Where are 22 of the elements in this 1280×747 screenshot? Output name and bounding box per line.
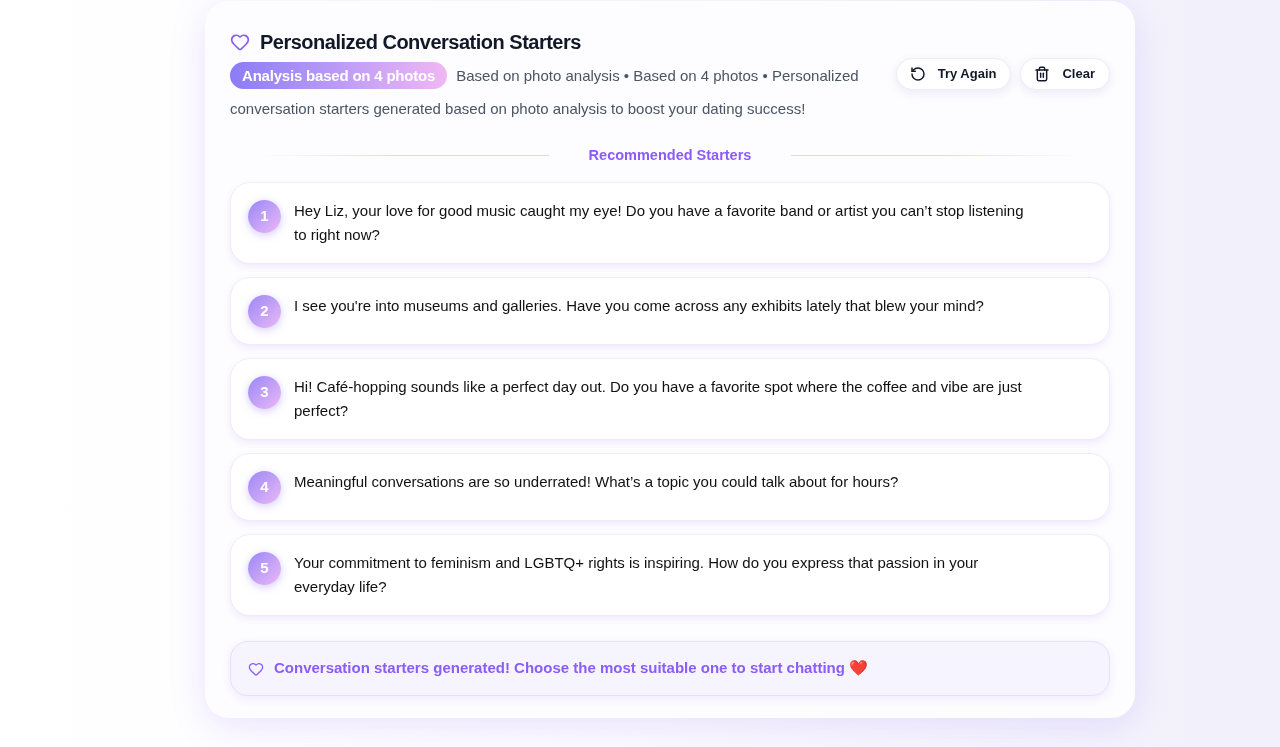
starter-card[interactable]: 1 Hey Liz, your love for good music caught my eye! Do you have a favorite band or artist you can’t stop listening to right now? — [230, 182, 1110, 264]
section-heading: Recommended Starters — [588, 146, 752, 165]
starter-card[interactable]: 2 I see you're into museums and galleries. Have you come across any exhibits lately that blew your mind? — [230, 277, 1110, 345]
starter-text: I see you're into museums and galleries. Have you come across any exhibits lately that blew your mind? — [294, 296, 985, 316]
try-again-button[interactable]: Try Again — [895, 58, 1012, 90]
description-text: Based on photo analysis • Based on 4 photos • Personalized — [456, 65, 859, 86]
heart-icon — [230, 32, 250, 52]
trash-icon — [1034, 66, 1051, 82]
panel-title: Personalized Conversation Starters — [260, 30, 581, 55]
starter-card[interactable]: 5 Your commitment to feminism and LGBTQ+ rights is inspiring. How do you express that passion in your everyday life? — [230, 534, 1110, 616]
starter-text: Hi! Café-hopping sounds like a perfect day out. Do you have a favorite spot where the coffee and vibe are just perfect? — [294, 377, 1023, 421]
photo-count-badge: Analysis based on 4 photos — [230, 62, 448, 89]
starter-text: Your commitment to feminism and LGBTQ+ rights is inspiring. How do you express that passion in your everyday life? — [294, 553, 980, 597]
starter-card[interactable]: 4 Meaningful conversations are so underrated! What’s a topic you could talk about for hours? — [230, 453, 1110, 521]
starter-text: Hey Liz, your love for good music caught my eye! Do you have a favorite band or artist you can’t stop listening to right now? — [294, 201, 1025, 245]
heart-icon — [248, 660, 264, 677]
starter-card[interactable]: 3 Hi! Café-hopping sounds like a perfect day out. Do you have a favorite spot where the coffee and vibe are just perfect? — [230, 358, 1110, 440]
starter-text: Meaningful conversations are so underrated! What’s a topic you could talk about for hours? — [294, 472, 900, 492]
clear-button[interactable]: Clear — [1020, 58, 1110, 90]
description-text: conversation starters generated based on photo analysis to boost your dating success! — [230, 98, 806, 119]
status-message: Conversation starters generated! Choose the most suitable one to start chatting ❤ — [274, 658, 869, 679]
counterclockwise-arrow-icon — [909, 66, 926, 82]
